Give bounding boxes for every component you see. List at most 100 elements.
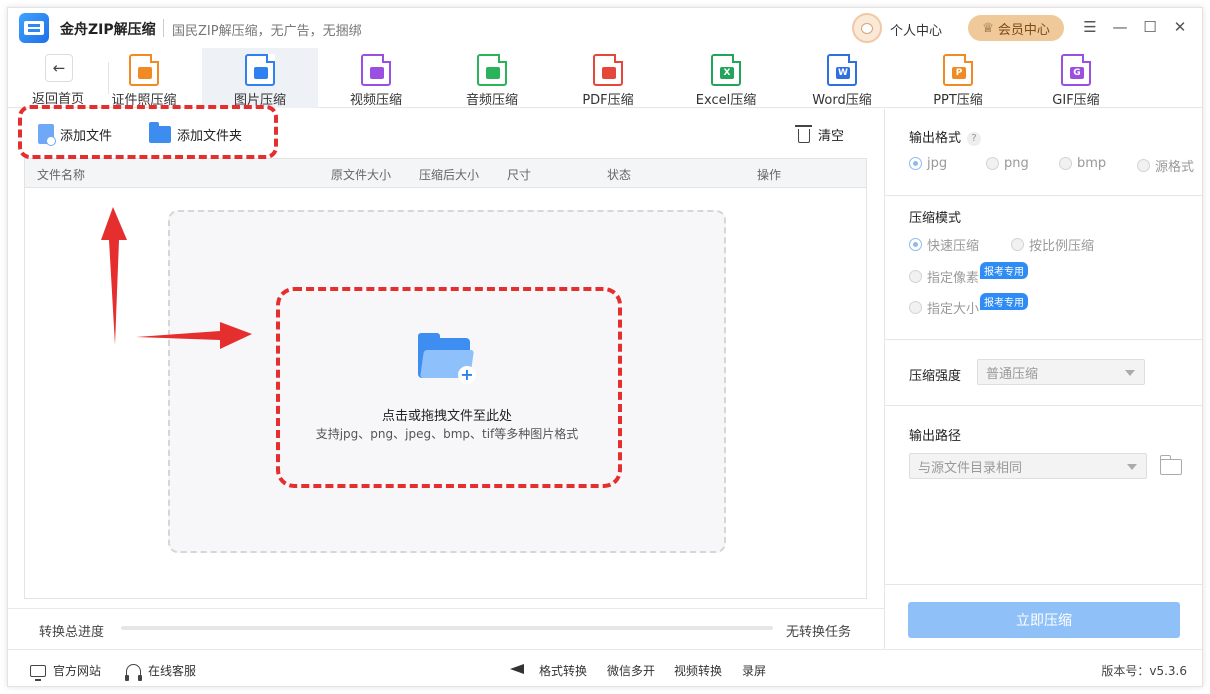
settings-panel: 输出格式? jpg png bmp 源格式 压缩模式 快速压缩 按比例压缩 指定… bbox=[884, 109, 1202, 649]
excel-icon: X bbox=[711, 54, 741, 86]
compress-mode-title: 压缩模式 bbox=[909, 211, 962, 226]
output-format-title: 输出格式? bbox=[909, 127, 982, 146]
tool-glyph: P bbox=[952, 67, 966, 79]
mode-option-fast[interactable]: 快速压缩 bbox=[909, 235, 979, 254]
progress-status: 无转换任务 bbox=[786, 625, 852, 640]
column-header: 尺寸 bbox=[507, 168, 532, 182]
back-arrow-icon: ← bbox=[45, 54, 73, 82]
id-photo-icon bbox=[129, 54, 159, 86]
app-logo-icon bbox=[19, 13, 49, 43]
tool-label: 音频压缩 bbox=[465, 93, 518, 108]
close-icon[interactable]: ✕ bbox=[1170, 17, 1190, 37]
online-service-link[interactable]: 在线客服 bbox=[125, 662, 197, 681]
app-slogan: 国民ZIP解压缩，无广告，无捆绑 bbox=[172, 24, 362, 39]
format-option-jpg[interactable]: jpg bbox=[909, 156, 947, 171]
compress-now-button[interactable]: 立即压缩 bbox=[908, 602, 1180, 638]
tab-ppt[interactable]: P PPT压缩 bbox=[900, 48, 1016, 108]
trash-icon bbox=[795, 124, 812, 143]
mode-option-pixel[interactable]: 指定像素 报考专用 bbox=[909, 262, 1029, 286]
progress-row: 转换总进度 无转换任务 bbox=[8, 608, 884, 646]
annotation-box-dropzone bbox=[276, 287, 622, 488]
tool-label: Word压缩 bbox=[812, 93, 872, 108]
vip-center-label: 会员中心 bbox=[997, 22, 1050, 38]
avatar[interactable] bbox=[852, 13, 882, 43]
official-site-link[interactable]: 官方网站 bbox=[30, 662, 102, 681]
tool-glyph: X bbox=[720, 67, 734, 79]
output-path-title: 输出路径 bbox=[909, 429, 962, 444]
vip-center-button[interactable]: ♕ 会员中心 bbox=[968, 15, 1064, 41]
column-header: 操作 bbox=[757, 168, 782, 182]
table-header: 文件名称 原文件大小 压缩后大小 尺寸 状态 操作 bbox=[25, 159, 866, 188]
tab-audio[interactable]: 音频压缩 bbox=[434, 48, 550, 108]
tool-glyph bbox=[138, 67, 152, 79]
crown-icon: ♕ bbox=[982, 20, 994, 36]
tool-glyph bbox=[486, 67, 500, 79]
settings-divider bbox=[885, 339, 1202, 340]
version-label: 版本号：v5.3.6 bbox=[1101, 664, 1187, 678]
progress-bar bbox=[121, 626, 773, 630]
output-path-select[interactable]: 与源文件目录相同 bbox=[909, 453, 1147, 479]
title-bar: 金舟ZIP解压缩 国民ZIP解压缩，无广告，无捆绑 个人中心 ♕ 会员中心 ☰ … bbox=[8, 8, 1202, 48]
output-path-value: 与源文件目录相同 bbox=[918, 460, 1023, 476]
format-option-bmp[interactable]: bmp bbox=[1059, 156, 1106, 171]
exam-badge: 报考专用 bbox=[980, 293, 1029, 310]
menu-icon[interactable]: ☰ bbox=[1080, 17, 1100, 37]
tool-glyph bbox=[370, 67, 384, 79]
tool-label: PDF压缩 bbox=[582, 93, 634, 108]
mode-option-label: 快速压缩 bbox=[927, 239, 980, 254]
strength-select[interactable]: 普通压缩 bbox=[977, 359, 1145, 385]
online-service-label: 在线客服 bbox=[148, 664, 197, 678]
tab-image[interactable]: 图片压缩 bbox=[202, 48, 318, 108]
tab-id-photo[interactable]: 证件照压缩 bbox=[86, 48, 202, 108]
tool-label: PPT压缩 bbox=[933, 93, 983, 108]
mode-option-label: 指定大小 bbox=[927, 302, 980, 317]
audio-icon bbox=[477, 54, 507, 86]
mode-option-ratio[interactable]: 按比例压缩 bbox=[1011, 235, 1094, 254]
strength-value: 普通压缩 bbox=[986, 366, 1039, 382]
tool-label: 视频压缩 bbox=[349, 93, 402, 108]
settings-divider bbox=[885, 405, 1202, 406]
tool-glyph: W bbox=[836, 67, 850, 79]
column-header: 文件名称 bbox=[37, 168, 86, 182]
format-option-source[interactable]: 源格式 bbox=[1137, 156, 1194, 175]
annotation-box-actions bbox=[18, 105, 278, 159]
format-option-png[interactable]: png bbox=[986, 156, 1029, 171]
word-icon: W bbox=[827, 54, 857, 86]
help-icon[interactable]: ? bbox=[967, 131, 982, 146]
tool-glyph bbox=[602, 67, 616, 79]
tab-word[interactable]: W Word压缩 bbox=[784, 48, 900, 108]
link-screen-record[interactable]: 录屏 bbox=[742, 662, 766, 679]
tab-gif[interactable]: G GIF压缩 bbox=[1018, 48, 1134, 108]
link-video-convert[interactable]: 视频转换 bbox=[674, 662, 722, 679]
back-home-button[interactable]: ← 返回首页 bbox=[24, 48, 90, 108]
open-folder-icon[interactable] bbox=[1159, 455, 1182, 475]
column-header: 压缩后大小 bbox=[419, 168, 480, 182]
settings-divider bbox=[885, 584, 1202, 585]
exam-badge: 报考专用 bbox=[980, 262, 1029, 279]
clear-button[interactable]: 清空 bbox=[795, 121, 844, 147]
tool-bar: ← 返回首页 证件照压缩报考专用图片压缩视频压缩音频压缩PDF压缩XExcel压… bbox=[8, 48, 1202, 108]
title-divider bbox=[163, 19, 164, 37]
user-center-link[interactable]: 个人中心 bbox=[890, 20, 942, 39]
megaphone-icon bbox=[510, 662, 528, 676]
tab-video[interactable]: 视频压缩 bbox=[318, 48, 434, 108]
official-site-label: 官方网站 bbox=[53, 664, 102, 678]
video-icon bbox=[361, 54, 391, 86]
minimize-icon[interactable]: — bbox=[1110, 17, 1130, 37]
tab-excel[interactable]: X Excel压缩 bbox=[668, 48, 784, 108]
tool-label: GIF压缩 bbox=[1052, 93, 1100, 108]
format-option-label: png bbox=[1004, 156, 1029, 171]
maximize-icon[interactable]: ☐ bbox=[1140, 17, 1160, 37]
tab-pdf[interactable]: PDF压缩 bbox=[550, 48, 666, 108]
app-window: 金舟ZIP解压缩 国民ZIP解压缩，无广告，无捆绑 个人中心 ♕ 会员中心 ☰ … bbox=[7, 7, 1203, 687]
link-wechat-multi[interactable]: 微信多开 bbox=[607, 662, 655, 679]
gif-icon: G bbox=[1061, 54, 1091, 86]
column-header: 原文件大小 bbox=[331, 168, 392, 182]
format-option-label: jpg bbox=[927, 156, 948, 171]
link-format-convert[interactable]: 格式转换 bbox=[539, 662, 587, 679]
tool-glyph bbox=[254, 67, 268, 79]
pdf-icon bbox=[593, 54, 623, 86]
app-name: 金舟ZIP解压缩 bbox=[60, 22, 156, 38]
mode-option-size[interactable]: 指定大小 报考专用 bbox=[909, 293, 1029, 317]
column-header: 状态 bbox=[607, 168, 632, 182]
